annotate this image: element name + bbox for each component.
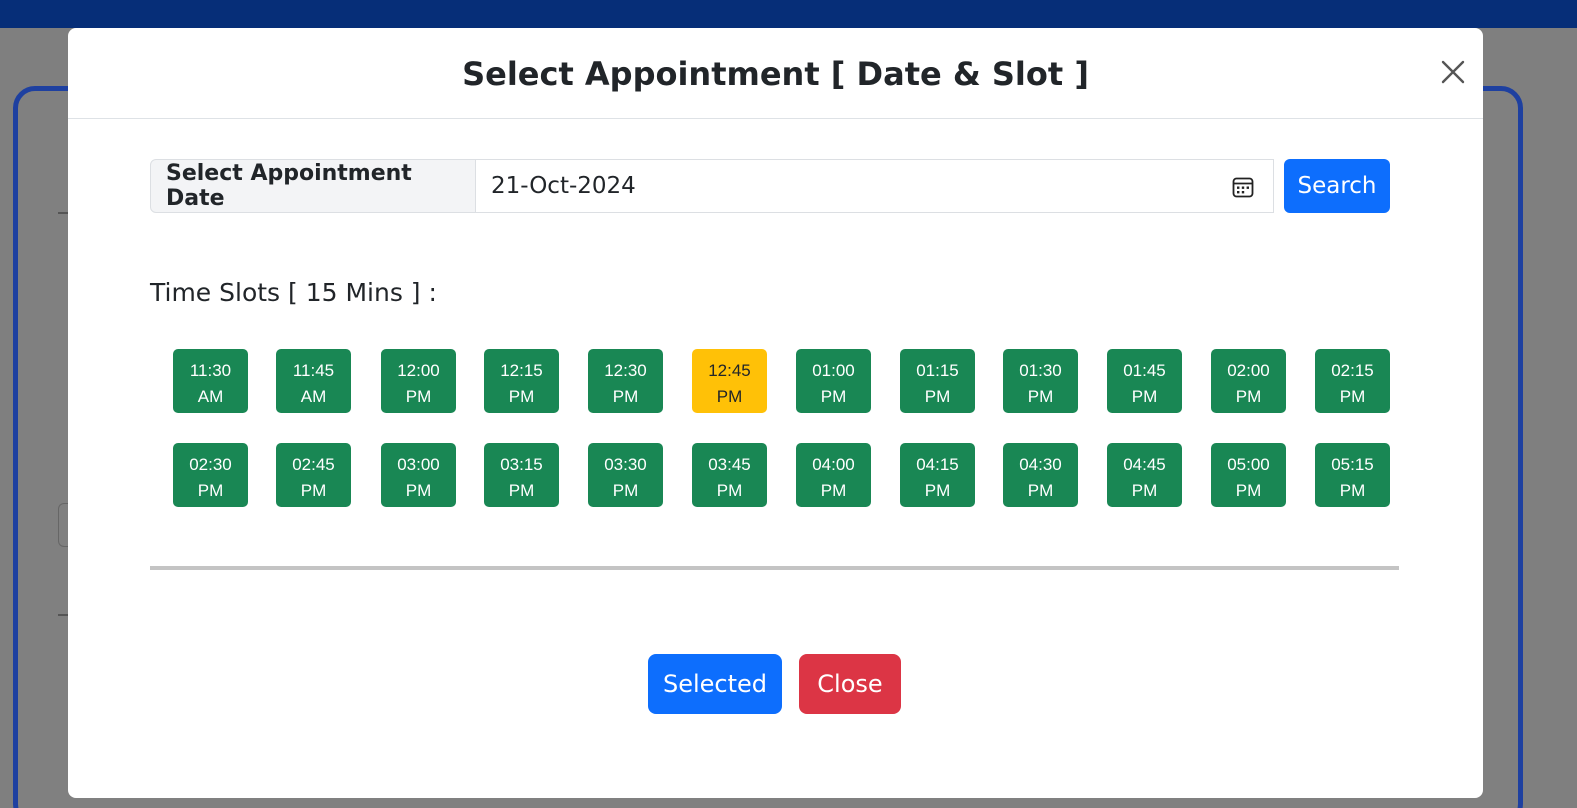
time-slot-button[interactable]: 05:00 PM xyxy=(1211,443,1286,507)
slot-period: PM xyxy=(508,481,535,500)
slot-period: PM xyxy=(1339,387,1366,406)
slot-period: PM xyxy=(508,387,535,406)
time-slot-button[interactable]: 04:45 PM xyxy=(1107,443,1182,507)
slot-time: 02:15 xyxy=(1331,361,1374,380)
slot-time: 02:45 xyxy=(292,455,335,474)
time-slot-button[interactable]: 04:30 PM xyxy=(1003,443,1078,507)
slot-period: PM xyxy=(716,481,743,500)
time-slot-button[interactable]: 02:45 PM xyxy=(276,443,351,507)
time-slot-button[interactable]: 12:00 PM xyxy=(381,349,456,413)
slot-time: 02:30 xyxy=(189,455,232,474)
slot-time: 03:00 xyxy=(397,455,440,474)
time-slot-button[interactable]: 12:30 PM xyxy=(588,349,663,413)
time-slot-button[interactable]: 01:30 PM xyxy=(1003,349,1078,413)
calendar-icon[interactable] xyxy=(1231,175,1255,199)
top-navbar xyxy=(0,0,1577,28)
time-slot-button[interactable]: 01:15 PM xyxy=(900,349,975,413)
slot-time: 12:15 xyxy=(500,361,543,380)
time-slot-button[interactable]: 03:45 PM xyxy=(692,443,767,507)
slot-time: 04:45 xyxy=(1123,455,1166,474)
time-slot-button[interactable]: 02:15 PM xyxy=(1315,349,1390,413)
slot-period: PM xyxy=(1235,387,1262,406)
slot-period: PM xyxy=(405,387,432,406)
slot-time: 03:15 xyxy=(500,455,543,474)
slot-period: PM xyxy=(1131,387,1158,406)
time-slot-button[interactable]: 04:00 PM xyxy=(796,443,871,507)
slot-period: AM xyxy=(300,387,327,406)
date-input-group: Select Appointment Date Search xyxy=(150,159,1390,213)
slot-period: PM xyxy=(1235,481,1262,500)
time-slot-button[interactable]: 12:15 PM xyxy=(484,349,559,413)
slot-period: PM xyxy=(1027,387,1054,406)
time-slot-button[interactable]: 11:30 AM xyxy=(173,349,248,413)
time-slot-button[interactable]: 04:15 PM xyxy=(900,443,975,507)
time-slot-button[interactable]: 01:00 PM xyxy=(796,349,871,413)
slot-time: 01:00 xyxy=(812,361,855,380)
slot-period: PM xyxy=(1027,481,1054,500)
slot-period: PM xyxy=(1339,481,1366,500)
time-slot-button[interactable]: 01:45 PM xyxy=(1107,349,1182,413)
date-label: Select Appointment Date xyxy=(150,159,476,213)
slot-period: PM xyxy=(405,481,432,500)
slot-time: 11:30 xyxy=(189,361,232,380)
slot-time: 03:45 xyxy=(708,455,751,474)
time-slot-button[interactable]: 03:15 PM xyxy=(484,443,559,507)
slot-period: PM xyxy=(924,481,951,500)
modal-title: Select Appointment [ Date & Slot ] xyxy=(462,55,1089,93)
appointment-date-input[interactable] xyxy=(476,160,1273,212)
time-slot-button[interactable]: 11:45 AM xyxy=(276,349,351,413)
slot-time: 05:00 xyxy=(1227,455,1270,474)
time-slot-button[interactable]: 03:30 PM xyxy=(588,443,663,507)
slot-time: 02:00 xyxy=(1227,361,1270,380)
modal-header: Select Appointment [ Date & Slot ] xyxy=(68,28,1483,119)
slot-period: PM xyxy=(197,481,224,500)
time-slot-button[interactable]: 02:00 PM xyxy=(1211,349,1286,413)
selected-button[interactable]: Selected xyxy=(648,654,782,714)
slot-time: 04:15 xyxy=(916,455,959,474)
slot-time: 11:45 xyxy=(292,361,335,380)
section-divider xyxy=(150,566,1399,570)
slot-period: PM xyxy=(820,387,847,406)
slot-time: 01:30 xyxy=(1019,361,1062,380)
time-slot-button[interactable]: 05:15 PM xyxy=(1315,443,1390,507)
time-slot-button[interactable]: 03:00 PM xyxy=(381,443,456,507)
slot-time: 05:15 xyxy=(1331,455,1374,474)
close-icon[interactable] xyxy=(1439,58,1467,86)
search-button[interactable]: Search xyxy=(1284,159,1390,213)
slot-time: 12:45 xyxy=(708,361,751,380)
date-field-wrapper xyxy=(476,159,1274,213)
slot-time: 12:00 xyxy=(397,361,440,380)
slot-time: 04:00 xyxy=(812,455,855,474)
time-slot-button[interactable]: 12:45 PM xyxy=(692,349,767,413)
appointment-modal: Select Appointment [ Date & Slot ] Selec… xyxy=(68,28,1483,798)
slot-time: 12:30 xyxy=(604,361,647,380)
slot-time: 01:15 xyxy=(916,361,959,380)
slot-period: PM xyxy=(612,481,639,500)
slot-time: 04:30 xyxy=(1019,455,1062,474)
slot-period: PM xyxy=(820,481,847,500)
slot-period: PM xyxy=(300,481,327,500)
slot-period: PM xyxy=(716,387,743,406)
slot-time: 01:45 xyxy=(1123,361,1166,380)
slot-time: 03:30 xyxy=(604,455,647,474)
time-slot-button[interactable]: 02:30 PM xyxy=(173,443,248,507)
slot-period: PM xyxy=(612,387,639,406)
slot-period: PM xyxy=(924,387,951,406)
time-slots-heading: Time Slots [ 15 Mins ] : xyxy=(150,278,437,307)
slot-period: PM xyxy=(1131,481,1158,500)
slot-period: AM xyxy=(197,387,224,406)
close-button[interactable]: Close xyxy=(799,654,901,714)
